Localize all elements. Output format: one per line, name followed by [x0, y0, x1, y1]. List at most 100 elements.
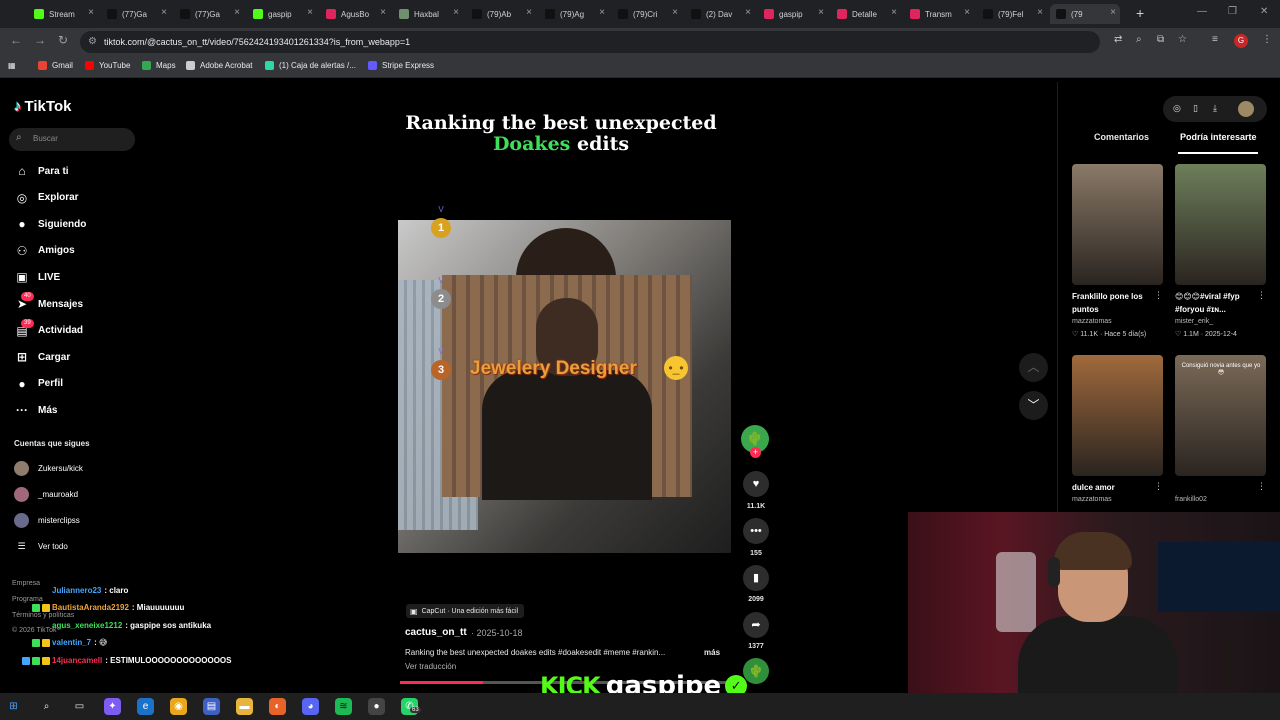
- recommended-caption[interactable]: 😊😊😊#viral #fyp #foryou #ɪɴ...: [1175, 290, 1255, 316]
- tab-close-icon[interactable]: ×: [1037, 7, 1043, 18]
- spotify-icon[interactable]: ≋: [335, 698, 352, 715]
- video-author[interactable]: cactus_on_tt: [405, 627, 467, 638]
- profile-avatar[interactable]: G: [1234, 34, 1248, 48]
- new-tab-button[interactable]: +: [1136, 5, 1144, 21]
- tab-close-icon[interactable]: ×: [307, 7, 313, 18]
- bookmark-item[interactable]: Maps: [142, 61, 176, 70]
- previous-video-button[interactable]: ︿: [1019, 353, 1048, 382]
- chrome-icon[interactable]: ◉: [170, 698, 187, 715]
- sidebar-item-live[interactable]: ▣ LIVE: [14, 270, 60, 284]
- bookmark-item[interactable]: Gmail: [38, 61, 73, 70]
- store-icon[interactable]: ▤: [203, 698, 220, 715]
- folder-icon[interactable]: ▬: [236, 698, 253, 715]
- minimize-button[interactable]: —: [1197, 6, 1207, 17]
- bookmark-item[interactable]: Stripe Express: [368, 61, 434, 70]
- task-view-icon[interactable]: ▭: [71, 698, 88, 715]
- footer-program[interactable]: Programa: [12, 596, 43, 603]
- install-app-icon[interactable]: ⧉: [1157, 34, 1164, 45]
- recommended-thumbnail[interactable]: [1072, 164, 1163, 285]
- forward-icon[interactable]: →: [34, 33, 46, 47]
- browser-tab[interactable]: (79)Fel ×: [977, 4, 1047, 24]
- next-video-button[interactable]: ﹀: [1019, 391, 1048, 420]
- firefox-icon[interactable]: ◐: [269, 698, 286, 715]
- browser-tab[interactable]: (77)Ga ×: [174, 4, 244, 24]
- tab-close-icon[interactable]: ×: [745, 7, 751, 18]
- reload-icon[interactable]: ↻: [58, 33, 68, 47]
- sidebar-item-explorar[interactable]: ◎ Explorar: [14, 191, 79, 205]
- sidebar-item-cargar[interactable]: ⊞ Cargar: [14, 350, 70, 364]
- comment-button[interactable]: •••: [743, 518, 769, 544]
- tiktok-logo[interactable]: ♪ TikTok: [14, 98, 71, 115]
- tab-close-icon[interactable]: ×: [526, 7, 532, 18]
- close-window-button[interactable]: ✕: [1260, 6, 1268, 17]
- more-options-icon[interactable]: ⋮: [1257, 290, 1266, 301]
- browser-tab[interactable]: gaspip ×: [758, 4, 828, 24]
- tab-close-icon[interactable]: ×: [818, 7, 824, 18]
- footer-company[interactable]: Empresa: [12, 580, 40, 587]
- reading-list-icon[interactable]: ≡: [1212, 34, 1218, 45]
- search-icon[interactable]: ⌕: [38, 698, 55, 715]
- bookmark-item[interactable]: Adobe Acrobat: [186, 61, 252, 70]
- back-icon[interactable]: ←: [10, 33, 22, 47]
- tab-close-icon[interactable]: ×: [1110, 7, 1116, 18]
- apps-grid-icon[interactable]: ▦: [8, 61, 16, 70]
- windows-start-icon[interactable]: ⊞: [5, 698, 22, 715]
- more-options-icon[interactable]: ⋮: [1257, 481, 1266, 492]
- following-account[interactable]: _mauroakd: [14, 487, 78, 502]
- address-bar[interactable]: ⚙ tiktok.com/@cactus_on_tt/video/7562424…: [80, 31, 1100, 53]
- recommended-user[interactable]: mazzatomas: [1072, 318, 1112, 325]
- recommended-user[interactable]: mazzatomas: [1072, 496, 1112, 503]
- zoom-icon[interactable]: ⌕: [1136, 34, 1142, 45]
- footer-terms[interactable]: Términos y políticas: [12, 612, 74, 619]
- tab-recommended[interactable]: Podría interesarte: [1180, 132, 1257, 142]
- capcut-tag[interactable]: ▣ CapCut · Una edición más fácil: [406, 604, 525, 618]
- recommended-thumbnail[interactable]: Consiguió novia antes que yo 😳: [1175, 355, 1266, 476]
- download-icon[interactable]: ⤓: [1213, 103, 1217, 114]
- translate-link[interactable]: Ver traducción: [405, 662, 456, 671]
- search-input[interactable]: ⌕ Buscar: [9, 128, 135, 151]
- video-player[interactable]: Jewelery Designer •_•: [398, 220, 731, 553]
- browser-tab[interactable]: gaspip ×: [247, 4, 317, 24]
- sidebar-item-ms[interactable]: ··· Más: [14, 403, 57, 417]
- bookmark-star-icon[interactable]: ☆: [1178, 34, 1187, 45]
- recommended-thumbnail[interactable]: [1072, 355, 1163, 476]
- sidebar-item-parati[interactable]: ⌂ Para ti: [14, 164, 68, 178]
- tab-close-icon[interactable]: ×: [161, 7, 167, 18]
- browser-tab[interactable]: Detalle ×: [831, 4, 901, 24]
- compass-icon[interactable]: ◎: [1173, 103, 1181, 114]
- sidebar-item-amigos[interactable]: ⚇ Amigos: [14, 244, 75, 258]
- see-all-link[interactable]: ☰ Ver todo: [14, 541, 67, 552]
- translate-icon[interactable]: ⇄: [1114, 34, 1122, 45]
- discord-icon[interactable]: ◕: [302, 698, 319, 715]
- following-account[interactable]: Zukersu/kick: [14, 461, 83, 476]
- browser-tab[interactable]: Haxbal ×: [393, 4, 463, 24]
- recommended-user[interactable]: frankillo02: [1175, 496, 1207, 503]
- tab-close-icon[interactable]: ×: [599, 7, 605, 18]
- browser-tab[interactable]: (79 ×: [1050, 4, 1120, 24]
- bookmark-item[interactable]: YouTube: [85, 61, 130, 70]
- tab-close-icon[interactable]: ×: [453, 7, 459, 18]
- maximize-button[interactable]: ❐: [1228, 6, 1237, 17]
- following-account[interactable]: misterclipss: [14, 513, 80, 528]
- recommended-caption[interactable]: dulce amor: [1072, 481, 1152, 494]
- copilot-icon[interactable]: ✦: [104, 698, 121, 715]
- device-icon[interactable]: ▯: [1193, 103, 1198, 114]
- tab-close-icon[interactable]: ×: [88, 7, 94, 18]
- sidebar-item-perfil[interactable]: ● Perfil: [14, 377, 63, 391]
- recommended-user[interactable]: mister_erik_: [1175, 318, 1213, 325]
- tab-close-icon[interactable]: ×: [891, 7, 897, 18]
- bookmark-item[interactable]: (1) Caja de alertas /...: [265, 61, 356, 70]
- follow-plus-icon[interactable]: +: [750, 447, 761, 458]
- browser-tab[interactable]: (79)Ag ×: [539, 4, 609, 24]
- recommended-caption[interactable]: Franklillo pone los puntos: [1072, 290, 1152, 316]
- browser-tab[interactable]: (79)Cri ×: [612, 4, 682, 24]
- tab-close-icon[interactable]: ×: [672, 7, 678, 18]
- share-button[interactable]: ➦: [743, 612, 769, 638]
- recommended-thumbnail[interactable]: [1175, 164, 1266, 285]
- tab-close-icon[interactable]: ×: [380, 7, 386, 18]
- more-options-icon[interactable]: ⋮: [1154, 290, 1163, 301]
- tab-close-icon[interactable]: ×: [964, 7, 970, 18]
- edge-icon[interactable]: e: [137, 698, 154, 715]
- browser-tab[interactable]: (79)Ab ×: [466, 4, 536, 24]
- tab-comments[interactable]: Comentarios: [1094, 132, 1149, 142]
